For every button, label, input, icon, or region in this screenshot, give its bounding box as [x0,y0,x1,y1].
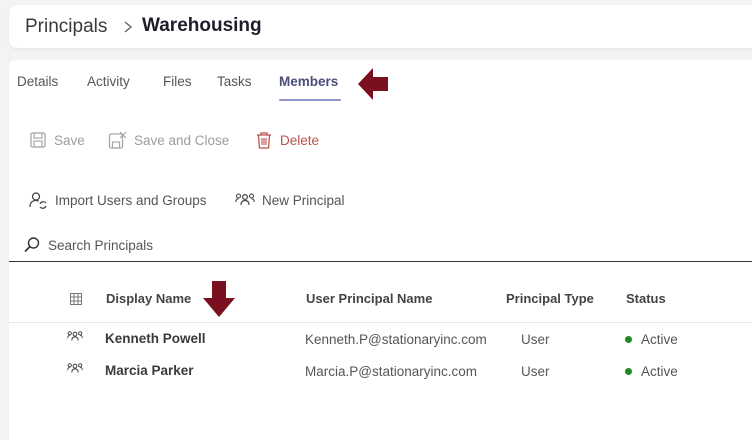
principal-icon [67,331,83,341]
save-button[interactable]: Save [29,129,85,151]
status-active-dot [625,336,632,343]
status-label: Active [641,332,678,347]
grid-icon[interactable] [70,293,82,305]
new-principal-icon [235,193,255,206]
annotation-arrow-left-icon [358,68,388,100]
import-users-button[interactable]: Import Users and Groups [29,189,207,211]
row-upn: Kenneth.P@stationaryinc.com [305,332,487,347]
new-principal-label: New Principal [262,192,345,208]
delete-label: Delete [280,132,320,148]
status-active-dot [625,368,632,375]
search-label: Search Principals [48,237,154,253]
new-principal-button[interactable]: New Principal [235,189,345,211]
row-status: Active [625,332,678,347]
search-icon [24,237,40,253]
tab-details[interactable]: Details [17,74,58,89]
row-display-name[interactable]: Marcia Parker [105,363,194,378]
breadcrumb-bar: Principals Warehousing [9,5,752,48]
save-icon [30,132,46,148]
column-status[interactable]: Status [626,291,666,306]
save-close-icon [108,131,127,149]
tab-files[interactable]: Files [163,74,192,89]
save-and-close-button[interactable]: Save and Close [108,129,229,151]
row-type: User [521,332,550,347]
tab-members[interactable]: Members [279,74,338,89]
row-type: User [521,364,550,379]
column-user-principal-name[interactable]: User Principal Name [306,291,432,306]
row-upn: Marcia.P@stationaryinc.com [305,364,478,379]
import-users-icon [29,191,47,209]
breadcrumb-root[interactable]: Principals [25,16,107,38]
tab-tasks[interactable]: Tasks [217,74,252,89]
row-display-name[interactable]: Kenneth Powell [105,331,206,346]
save-and-close-label: Save and Close [134,132,230,148]
delete-button[interactable]: Delete [255,129,319,151]
principal-icon [67,363,83,373]
search-underline [9,261,752,262]
import-users-label: Import Users and Groups [55,192,207,208]
column-principal-type[interactable]: Principal Type [506,291,594,306]
search-principals[interactable]: Search Principals [23,236,153,254]
tab-activity[interactable]: Activity [87,74,130,89]
row-status: Active [625,364,678,379]
save-label: Save [54,132,85,148]
members-panel: Details Activity Files Tasks Members Sav… [9,60,752,440]
column-display-name[interactable]: Display Name [106,291,191,306]
trash-icon [257,131,271,149]
status-label: Active [641,364,678,379]
active-tab-indicator [279,99,341,101]
header-divider [9,322,752,323]
page-title: Warehousing [142,15,262,36]
chevron-right-icon [124,21,133,33]
annotation-arrow-down-icon [203,281,235,317]
